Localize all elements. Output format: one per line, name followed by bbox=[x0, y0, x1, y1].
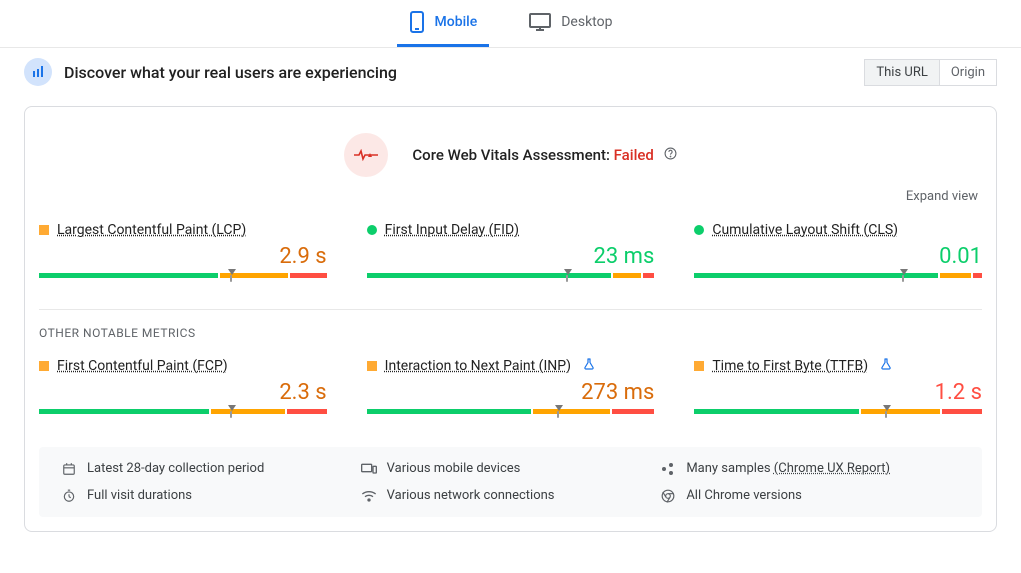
info-period-text: Latest 28-day collection period bbox=[87, 461, 264, 476]
clock-icon bbox=[61, 489, 77, 503]
cls-value: 0.01 bbox=[694, 244, 982, 269]
info-versions: All Chrome versions bbox=[660, 488, 960, 503]
ttfb-distribution-bar bbox=[694, 409, 982, 423]
ttfb-value: 1.2 s bbox=[694, 380, 982, 405]
tab-desktop[interactable]: Desktop bbox=[517, 0, 624, 47]
tab-desktop-label: Desktop bbox=[561, 14, 612, 30]
metric-fid: First Input Delay (FID) 23 ms bbox=[367, 222, 655, 287]
cls-distribution-bar bbox=[694, 273, 982, 287]
fcp-link[interactable]: First Contentful Paint (FCP) bbox=[57, 358, 228, 374]
pulse-icon bbox=[344, 133, 388, 177]
tab-mobile-label: Mobile bbox=[435, 14, 478, 30]
cls-link[interactable]: Cumulative Layout Shift (CLS) bbox=[712, 222, 898, 238]
fcp-distribution-bar bbox=[39, 409, 327, 423]
mobile-icon bbox=[409, 11, 425, 33]
calendar-icon bbox=[61, 462, 77, 476]
assessment-text: Core Web Vitals Assessment: Failed bbox=[412, 146, 676, 164]
scope-this-url[interactable]: This URL bbox=[865, 60, 938, 85]
metric-fcp: First Contentful Paint (FCP) 2.3 s bbox=[39, 358, 327, 423]
lcp-status-icon bbox=[39, 225, 49, 235]
inp-experimental-icon bbox=[583, 358, 595, 374]
info-versions-text: All Chrome versions bbox=[686, 488, 802, 503]
metric-cls: Cumulative Layout Shift (CLS) 0.01 bbox=[694, 222, 982, 287]
field-data-card: Core Web Vitals Assessment: Failed Expan… bbox=[24, 106, 997, 532]
ttfb-experimental-icon bbox=[880, 358, 892, 374]
info-devices: Various mobile devices bbox=[361, 461, 661, 476]
crux-report-link[interactable]: (Chrome UX Report) bbox=[774, 461, 890, 476]
samples-icon bbox=[660, 462, 676, 476]
info-networks-text: Various network connections bbox=[387, 488, 555, 503]
device-tabs: Mobile Desktop bbox=[0, 0, 1021, 48]
info-networks: Various network connections bbox=[361, 488, 661, 503]
scope-origin[interactable]: Origin bbox=[939, 60, 996, 85]
info-devices-text: Various mobile devices bbox=[387, 461, 521, 476]
lcp-link[interactable]: Largest Contentful Paint (LCP) bbox=[57, 222, 246, 238]
fid-value: 23 ms bbox=[367, 244, 655, 269]
metric-ttfb: Time to First Byte (TTFB) 1.2 s bbox=[694, 358, 982, 423]
fid-distribution-bar bbox=[367, 273, 655, 287]
fcp-status-icon bbox=[39, 361, 49, 371]
assessment-prefix: Core Web Vitals Assessment: bbox=[412, 146, 613, 164]
page-title: Discover what your real users are experi… bbox=[64, 63, 397, 82]
wifi-icon bbox=[361, 490, 377, 502]
lcp-distribution-bar bbox=[39, 273, 327, 287]
devices-icon bbox=[361, 462, 377, 476]
collection-info-box: Latest 28-day collection period Various … bbox=[39, 447, 982, 517]
inp-value: 273 ms bbox=[367, 380, 655, 405]
cls-status-icon bbox=[694, 225, 704, 235]
info-samples: Many samples (Chrome UX Report) bbox=[660, 461, 960, 476]
other-metrics-label: OTHER NOTABLE METRICS bbox=[25, 310, 996, 340]
info-durations: Full visit durations bbox=[61, 488, 361, 503]
tab-mobile[interactable]: Mobile bbox=[397, 0, 490, 47]
metric-inp: Interaction to Next Paint (INP) 273 ms bbox=[367, 358, 655, 423]
expand-view-link[interactable]: Expand view bbox=[25, 177, 996, 204]
info-period: Latest 28-day collection period bbox=[61, 461, 361, 476]
inp-distribution-bar bbox=[367, 409, 655, 423]
scope-toggle: This URL Origin bbox=[864, 59, 997, 86]
fid-link[interactable]: First Input Delay (FID) bbox=[385, 222, 519, 238]
chrome-icon bbox=[660, 489, 676, 503]
fid-status-icon bbox=[367, 225, 377, 235]
insights-icon bbox=[24, 58, 52, 86]
ttfb-status-icon bbox=[694, 361, 704, 371]
info-durations-text: Full visit durations bbox=[87, 488, 192, 503]
assessment-status: Failed bbox=[614, 146, 654, 164]
help-icon[interactable] bbox=[664, 147, 677, 160]
inp-link[interactable]: Interaction to Next Paint (INP) bbox=[385, 358, 571, 374]
lcp-value: 2.9 s bbox=[39, 244, 327, 269]
desktop-icon bbox=[529, 13, 551, 31]
ttfb-link[interactable]: Time to First Byte (TTFB) bbox=[712, 358, 868, 374]
info-samples-text: Many samples (Chrome UX Report) bbox=[686, 461, 890, 476]
fcp-value: 2.3 s bbox=[39, 380, 327, 405]
inp-status-icon bbox=[367, 361, 377, 371]
metric-lcp: Largest Contentful Paint (LCP) 2.9 s bbox=[39, 222, 327, 287]
